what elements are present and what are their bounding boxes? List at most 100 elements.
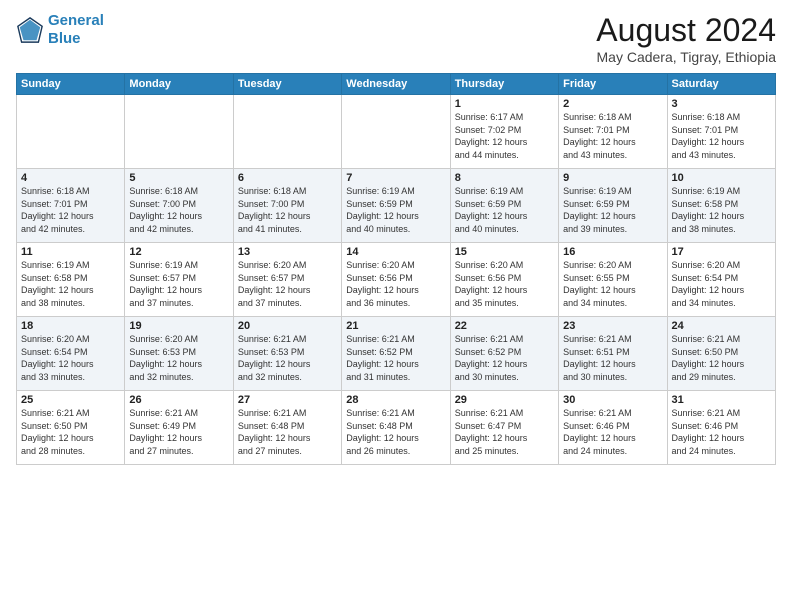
calendar-subtitle: May Cadera, Tigray, Ethiopia xyxy=(596,49,776,65)
logo-icon xyxy=(16,16,44,44)
day-number: 9 xyxy=(563,172,662,184)
table-row: 9Sunrise: 6:19 AM Sunset: 6:59 PM Daylig… xyxy=(559,169,667,243)
day-info: Sunrise: 6:20 AM Sunset: 6:53 PM Dayligh… xyxy=(129,333,228,383)
day-number: 10 xyxy=(672,172,771,184)
col-thursday: Thursday xyxy=(450,74,558,95)
day-number: 21 xyxy=(346,320,445,332)
table-row: 1Sunrise: 6:17 AM Sunset: 7:02 PM Daylig… xyxy=(450,95,558,169)
day-info: Sunrise: 6:21 AM Sunset: 6:49 PM Dayligh… xyxy=(129,407,228,457)
table-row: 17Sunrise: 6:20 AM Sunset: 6:54 PM Dayli… xyxy=(667,243,775,317)
day-info: Sunrise: 6:18 AM Sunset: 7:01 PM Dayligh… xyxy=(21,185,120,235)
day-number: 16 xyxy=(563,246,662,258)
table-row: 24Sunrise: 6:21 AM Sunset: 6:50 PM Dayli… xyxy=(667,317,775,391)
day-number: 25 xyxy=(21,394,120,406)
table-row: 12Sunrise: 6:19 AM Sunset: 6:57 PM Dayli… xyxy=(125,243,233,317)
day-number: 5 xyxy=(129,172,228,184)
day-info: Sunrise: 6:20 AM Sunset: 6:54 PM Dayligh… xyxy=(21,333,120,383)
table-row xyxy=(125,95,233,169)
table-row xyxy=(233,95,341,169)
day-info: Sunrise: 6:18 AM Sunset: 7:00 PM Dayligh… xyxy=(129,185,228,235)
table-row: 4Sunrise: 6:18 AM Sunset: 7:01 PM Daylig… xyxy=(17,169,125,243)
col-tuesday: Tuesday xyxy=(233,74,341,95)
table-row: 19Sunrise: 6:20 AM Sunset: 6:53 PM Dayli… xyxy=(125,317,233,391)
page: General Blue August 2024 May Cadera, Tig… xyxy=(0,0,792,612)
day-number: 11 xyxy=(21,246,120,258)
table-row: 3Sunrise: 6:18 AM Sunset: 7:01 PM Daylig… xyxy=(667,95,775,169)
day-info: Sunrise: 6:17 AM Sunset: 7:02 PM Dayligh… xyxy=(455,111,554,161)
day-number: 15 xyxy=(455,246,554,258)
day-number: 29 xyxy=(455,394,554,406)
day-info: Sunrise: 6:18 AM Sunset: 7:00 PM Dayligh… xyxy=(238,185,337,235)
day-info: Sunrise: 6:21 AM Sunset: 6:47 PM Dayligh… xyxy=(455,407,554,457)
day-number: 1 xyxy=(455,98,554,110)
table-row: 18Sunrise: 6:20 AM Sunset: 6:54 PM Dayli… xyxy=(17,317,125,391)
calendar-week-4: 18Sunrise: 6:20 AM Sunset: 6:54 PM Dayli… xyxy=(17,317,776,391)
day-info: Sunrise: 6:19 AM Sunset: 6:59 PM Dayligh… xyxy=(563,185,662,235)
day-info: Sunrise: 6:19 AM Sunset: 6:57 PM Dayligh… xyxy=(129,259,228,309)
calendar-week-3: 11Sunrise: 6:19 AM Sunset: 6:58 PM Dayli… xyxy=(17,243,776,317)
table-row xyxy=(17,95,125,169)
table-row: 11Sunrise: 6:19 AM Sunset: 6:58 PM Dayli… xyxy=(17,243,125,317)
table-row: 15Sunrise: 6:20 AM Sunset: 6:56 PM Dayli… xyxy=(450,243,558,317)
day-number: 8 xyxy=(455,172,554,184)
day-info: Sunrise: 6:21 AM Sunset: 6:52 PM Dayligh… xyxy=(455,333,554,383)
day-number: 3 xyxy=(672,98,771,110)
header: General Blue August 2024 May Cadera, Tig… xyxy=(16,12,776,65)
day-info: Sunrise: 6:19 AM Sunset: 6:59 PM Dayligh… xyxy=(346,185,445,235)
day-number: 14 xyxy=(346,246,445,258)
table-row: 21Sunrise: 6:21 AM Sunset: 6:52 PM Dayli… xyxy=(342,317,450,391)
col-saturday: Saturday xyxy=(667,74,775,95)
table-row: 26Sunrise: 6:21 AM Sunset: 6:49 PM Dayli… xyxy=(125,391,233,465)
day-info: Sunrise: 6:19 AM Sunset: 6:58 PM Dayligh… xyxy=(21,259,120,309)
day-number: 13 xyxy=(238,246,337,258)
day-info: Sunrise: 6:21 AM Sunset: 6:48 PM Dayligh… xyxy=(238,407,337,457)
table-row: 5Sunrise: 6:18 AM Sunset: 7:00 PM Daylig… xyxy=(125,169,233,243)
day-number: 17 xyxy=(672,246,771,258)
table-row: 28Sunrise: 6:21 AM Sunset: 6:48 PM Dayli… xyxy=(342,391,450,465)
day-number: 20 xyxy=(238,320,337,332)
day-number: 6 xyxy=(238,172,337,184)
day-info: Sunrise: 6:21 AM Sunset: 6:50 PM Dayligh… xyxy=(672,333,771,383)
day-info: Sunrise: 6:18 AM Sunset: 7:01 PM Dayligh… xyxy=(672,111,771,161)
table-row: 22Sunrise: 6:21 AM Sunset: 6:52 PM Dayli… xyxy=(450,317,558,391)
table-row: 14Sunrise: 6:20 AM Sunset: 6:56 PM Dayli… xyxy=(342,243,450,317)
table-row: 16Sunrise: 6:20 AM Sunset: 6:55 PM Dayli… xyxy=(559,243,667,317)
calendar-table: Sunday Monday Tuesday Wednesday Thursday… xyxy=(16,73,776,465)
table-row: 2Sunrise: 6:18 AM Sunset: 7:01 PM Daylig… xyxy=(559,95,667,169)
calendar-title: August 2024 xyxy=(596,12,776,49)
table-row: 20Sunrise: 6:21 AM Sunset: 6:53 PM Dayli… xyxy=(233,317,341,391)
day-number: 26 xyxy=(129,394,228,406)
col-sunday: Sunday xyxy=(17,74,125,95)
day-info: Sunrise: 6:19 AM Sunset: 6:58 PM Dayligh… xyxy=(672,185,771,235)
day-number: 7 xyxy=(346,172,445,184)
day-info: Sunrise: 6:20 AM Sunset: 6:56 PM Dayligh… xyxy=(346,259,445,309)
table-row: 6Sunrise: 6:18 AM Sunset: 7:00 PM Daylig… xyxy=(233,169,341,243)
day-info: Sunrise: 6:21 AM Sunset: 6:52 PM Dayligh… xyxy=(346,333,445,383)
day-info: Sunrise: 6:21 AM Sunset: 6:48 PM Dayligh… xyxy=(346,407,445,457)
day-number: 23 xyxy=(563,320,662,332)
day-info: Sunrise: 6:21 AM Sunset: 6:51 PM Dayligh… xyxy=(563,333,662,383)
day-info: Sunrise: 6:21 AM Sunset: 6:46 PM Dayligh… xyxy=(672,407,771,457)
calendar-week-5: 25Sunrise: 6:21 AM Sunset: 6:50 PM Dayli… xyxy=(17,391,776,465)
day-number: 18 xyxy=(21,320,120,332)
calendar-week-2: 4Sunrise: 6:18 AM Sunset: 7:01 PM Daylig… xyxy=(17,169,776,243)
logo: General Blue xyxy=(16,12,104,48)
day-number: 30 xyxy=(563,394,662,406)
day-number: 19 xyxy=(129,320,228,332)
calendar-body: 1Sunrise: 6:17 AM Sunset: 7:02 PM Daylig… xyxy=(17,95,776,465)
day-info: Sunrise: 6:19 AM Sunset: 6:59 PM Dayligh… xyxy=(455,185,554,235)
logo-text: General Blue xyxy=(48,12,104,48)
table-row: 23Sunrise: 6:21 AM Sunset: 6:51 PM Dayli… xyxy=(559,317,667,391)
day-number: 31 xyxy=(672,394,771,406)
day-info: Sunrise: 6:21 AM Sunset: 6:46 PM Dayligh… xyxy=(563,407,662,457)
table-row: 27Sunrise: 6:21 AM Sunset: 6:48 PM Dayli… xyxy=(233,391,341,465)
day-info: Sunrise: 6:20 AM Sunset: 6:57 PM Dayligh… xyxy=(238,259,337,309)
table-row: 10Sunrise: 6:19 AM Sunset: 6:58 PM Dayli… xyxy=(667,169,775,243)
col-monday: Monday xyxy=(125,74,233,95)
calendar-header: Sunday Monday Tuesday Wednesday Thursday… xyxy=(17,74,776,95)
day-info: Sunrise: 6:20 AM Sunset: 6:54 PM Dayligh… xyxy=(672,259,771,309)
day-info: Sunrise: 6:18 AM Sunset: 7:01 PM Dayligh… xyxy=(563,111,662,161)
table-row: 30Sunrise: 6:21 AM Sunset: 6:46 PM Dayli… xyxy=(559,391,667,465)
calendar-week-1: 1Sunrise: 6:17 AM Sunset: 7:02 PM Daylig… xyxy=(17,95,776,169)
day-number: 4 xyxy=(21,172,120,184)
